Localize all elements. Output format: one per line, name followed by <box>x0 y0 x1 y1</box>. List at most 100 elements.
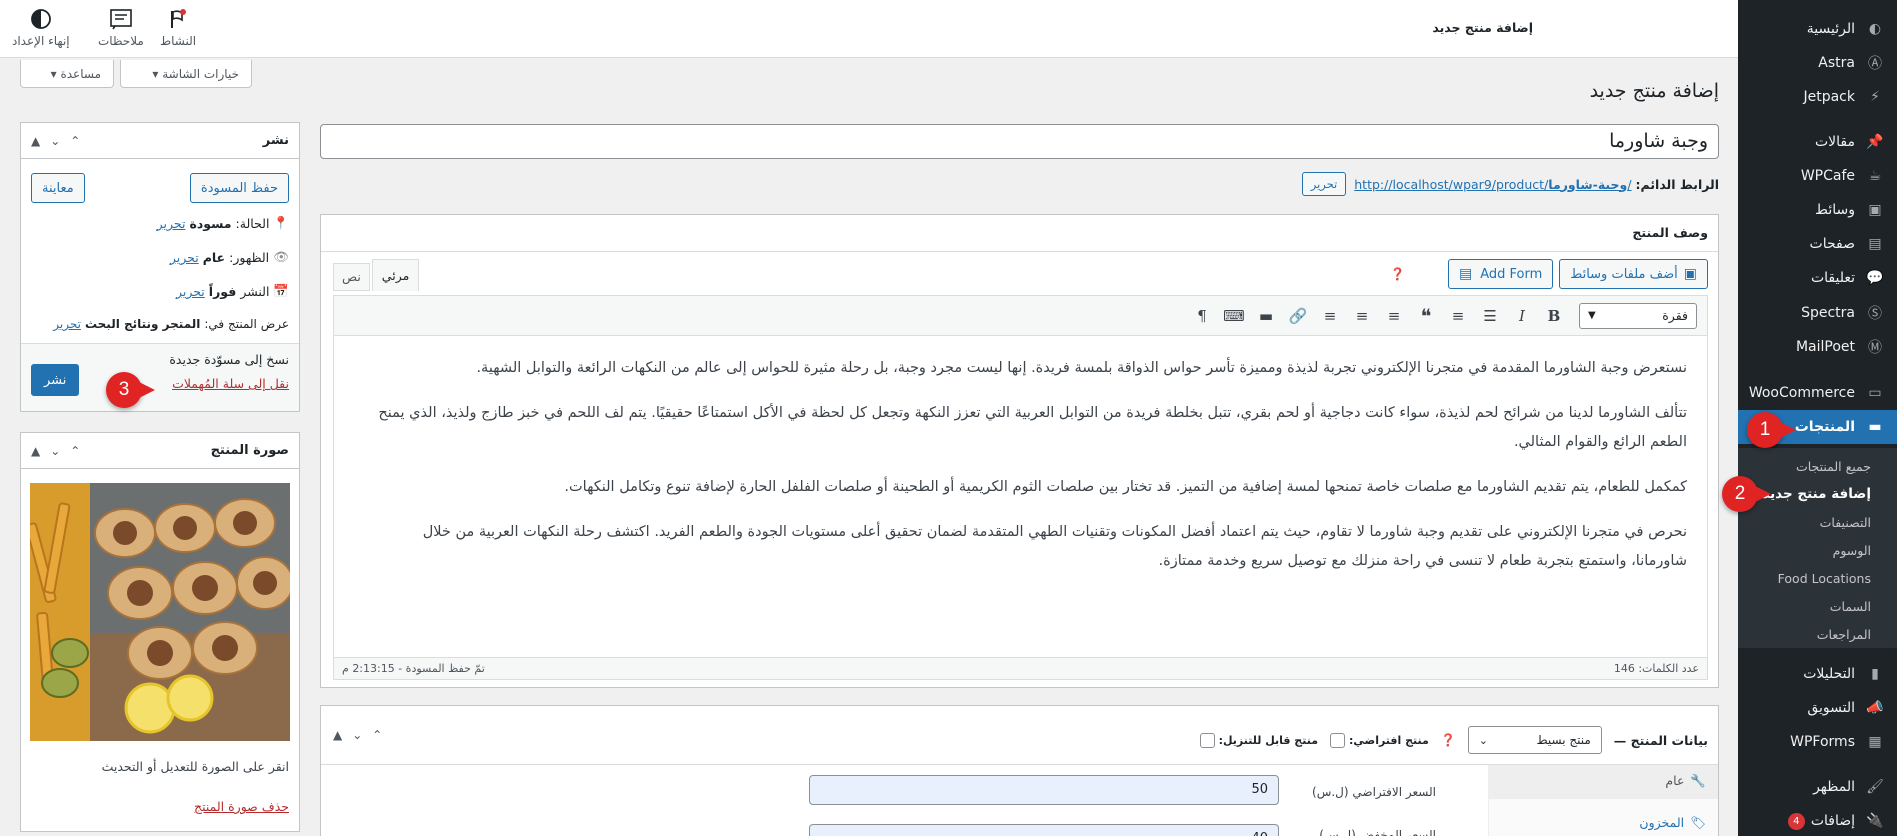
virtual-option: منتج افتراضي: <box>1330 732 1429 748</box>
visibility-row: 👁 الظهور: عام تحرير <box>170 249 289 265</box>
notes-tool[interactable]: ملاحظات <box>98 8 144 48</box>
menu-media[interactable]: ▣ وسائط <box>1738 193 1897 227</box>
shawarma-photo <box>30 483 290 741</box>
bullet-list-icon[interactable]: ☰ <box>1477 303 1503 329</box>
catalog-edit-link[interactable]: تحرير <box>53 317 81 331</box>
menu-jetpack[interactable]: ⚡ Jetpack <box>1738 80 1897 114</box>
blockquote-icon[interactable]: ❝ <box>1413 303 1439 329</box>
help-circle-icon[interactable]: ❓ <box>1441 733 1456 747</box>
link-icon[interactable]: 🔗 <box>1285 303 1311 329</box>
description-paragraph: نستعرض وجبة الشاورما المقدمة في متجرنا ا… <box>476 360 1687 376</box>
italic-icon[interactable]: I <box>1509 303 1535 329</box>
status-value: مسودة <box>189 215 232 231</box>
align-center-icon[interactable]: ≡ <box>1349 303 1375 329</box>
product-image[interactable] <box>30 483 290 741</box>
product-title-input[interactable]: وجبة شاورما <box>320 124 1719 159</box>
tab-inventory[interactable]: 🏷 المخزون <box>1488 809 1718 836</box>
editor-content[interactable]: نستعرض وجبة الشاورما المقدمة في متجرنا ا… <box>364 354 1687 592</box>
chevron-up-icon[interactable]: ⌃ <box>372 728 382 742</box>
keyboard-icon[interactable]: ⌨ <box>1221 303 1247 329</box>
add-form-button[interactable]: Add Form ▤ <box>1447 259 1554 289</box>
notes-label: ملاحظات <box>98 34 144 48</box>
menu-analytics[interactable]: ▮ التحليلات <box>1738 657 1897 691</box>
publish-button[interactable]: نشر <box>31 364 80 396</box>
menu-marketing[interactable]: 📣 التسويق <box>1738 691 1897 725</box>
schedule-edit-link[interactable]: تحرير <box>176 284 205 299</box>
submenu-food-locations[interactable]: Food Locations <box>1738 564 1897 592</box>
permalink-edit-button[interactable]: تحرير <box>1301 172 1347 196</box>
regular-price-input[interactable]: 50 <box>809 775 1279 805</box>
chevron-down-icon[interactable]: ⌄ <box>50 134 60 148</box>
status-edit-link[interactable]: تحرير <box>157 216 186 231</box>
help-circle-icon[interactable]: ❓ <box>1390 267 1405 281</box>
menu-woocommerce[interactable]: ▭ WooCommerce <box>1738 376 1897 410</box>
chevron-down-icon[interactable]: ⌄ <box>352 728 362 742</box>
permalink-link[interactable]: http://localhost/wpar9/product/وجبة-شاور… <box>1354 177 1631 192</box>
move-up-icon[interactable]: ▲ <box>31 134 40 148</box>
schedule-label: النشر <box>240 283 270 299</box>
menu-label: WPForms <box>1790 734 1855 750</box>
menu-comments[interactable]: 💬 تعليقات <box>1738 261 1897 295</box>
menu-label: Astra <box>1818 55 1855 71</box>
menu-wpcafe[interactable]: ☕ WPCafe <box>1738 159 1897 193</box>
copy-to-draft-link[interactable]: نسخ إلى مسوّدة جديدة <box>169 352 289 367</box>
menu-label: Jetpack <box>1803 89 1855 105</box>
tab-text[interactable]: نص <box>333 263 370 291</box>
menu-label: تعليقات <box>1810 270 1855 286</box>
product-type-select[interactable]: منتج بسيط ⌄ <box>1467 726 1602 754</box>
align-left-icon[interactable]: ≡ <box>1381 303 1407 329</box>
visibility-edit-link[interactable]: تحرير <box>170 250 199 265</box>
menu-astra[interactable]: Ⓐ Astra <box>1738 46 1897 80</box>
save-draft-button[interactable]: حفظ المسودة <box>189 173 289 203</box>
menu-mailpoet[interactable]: Ⓜ MailPoet <box>1738 330 1897 364</box>
product-data-tabs: 🔧 عام 🏷 المخزون <box>1488 765 1718 836</box>
astra-icon: Ⓐ <box>1868 56 1882 72</box>
submenu-tags[interactable]: الوسوم <box>1738 536 1897 564</box>
move-up-icon[interactable]: ▲ <box>31 444 40 458</box>
chevron-down-icon[interactable]: ⌄ <box>50 444 60 458</box>
tab-visual[interactable]: مرئي <box>371 259 420 291</box>
sale-price-input[interactable]: 40 <box>809 824 1279 836</box>
help-button[interactable]: مساعدة ▾ <box>20 60 114 88</box>
virtual-checkbox[interactable] <box>1330 732 1346 748</box>
pin-icon: 📍 <box>273 215 289 230</box>
status-row: 📍 الحالة: مسودة تحرير <box>157 215 289 231</box>
downloadable-checkbox[interactable] <box>1199 732 1215 748</box>
menu-spectra[interactable]: Ⓢ Spectra <box>1738 296 1897 330</box>
submenu-categories[interactable]: التصنيفات <box>1738 508 1897 536</box>
move-up-icon[interactable]: ▲ <box>333 728 342 742</box>
move-to-trash-link[interactable]: نقل إلى سلة المُهملات <box>172 376 289 391</box>
bold-icon[interactable]: B <box>1541 303 1567 329</box>
topbar-page-title: إضافة منتج جديد <box>1432 20 1533 35</box>
menu-pages[interactable]: ▤ صفحات <box>1738 227 1897 261</box>
numbered-list-icon[interactable]: ≡ <box>1445 303 1471 329</box>
editor-tabs: نص مرئي <box>333 259 420 291</box>
menu-wpforms[interactable]: ▦ WPForms <box>1738 725 1897 759</box>
tab-general[interactable]: 🔧 عام <box>1488 765 1718 799</box>
contrast-icon <box>30 9 51 29</box>
activity-tool[interactable]: النشاط <box>160 8 196 48</box>
menu-plugins[interactable]: 🔌 إضافات 4 <box>1738 804 1897 836</box>
menu-dashboard[interactable]: ◐ الرئيسية <box>1738 12 1897 46</box>
menu-posts[interactable]: 📌 مقالات <box>1738 125 1897 159</box>
annotation-badge-2: 2 <box>1722 476 1771 512</box>
paragraph-mark-icon[interactable]: ¶ <box>1189 303 1215 329</box>
schedule-value: فوراً <box>208 283 237 299</box>
product-image-header: صورة المنتج ▲ ⌄ ⌃ <box>21 433 299 469</box>
screen-options-button[interactable]: خيارات الشاشة ▾ <box>120 60 252 88</box>
menu-appearance[interactable]: 🖌 المظهر <box>1738 770 1897 804</box>
submenu-attributes[interactable]: السمات <box>1738 592 1897 620</box>
permalink-label: الرابط الدائم: <box>1635 176 1719 192</box>
submenu-all-products[interactable]: جميع المنتجات <box>1738 452 1897 480</box>
align-right-icon[interactable]: ≡ <box>1317 303 1343 329</box>
finish-setup-tool[interactable]: إنهاء الإعداد <box>12 8 70 48</box>
submenu-reviews[interactable]: المراجعات <box>1738 620 1897 648</box>
chevron-up-icon[interactable]: ⌃ <box>70 444 80 458</box>
chevron-up-icon[interactable]: ⌃ <box>70 134 80 148</box>
megaphone-icon: 📣 <box>1866 700 1884 716</box>
format-select[interactable]: فقرة ▼ <box>1579 303 1697 329</box>
preview-button[interactable]: معاينة <box>31 173 85 203</box>
read-more-icon[interactable]: ▬ <box>1253 303 1279 329</box>
add-media-button[interactable]: ▣ أضف ملفات وسائط <box>1559 259 1708 289</box>
remove-image-link[interactable]: حذف صورة المنتج <box>194 799 289 814</box>
